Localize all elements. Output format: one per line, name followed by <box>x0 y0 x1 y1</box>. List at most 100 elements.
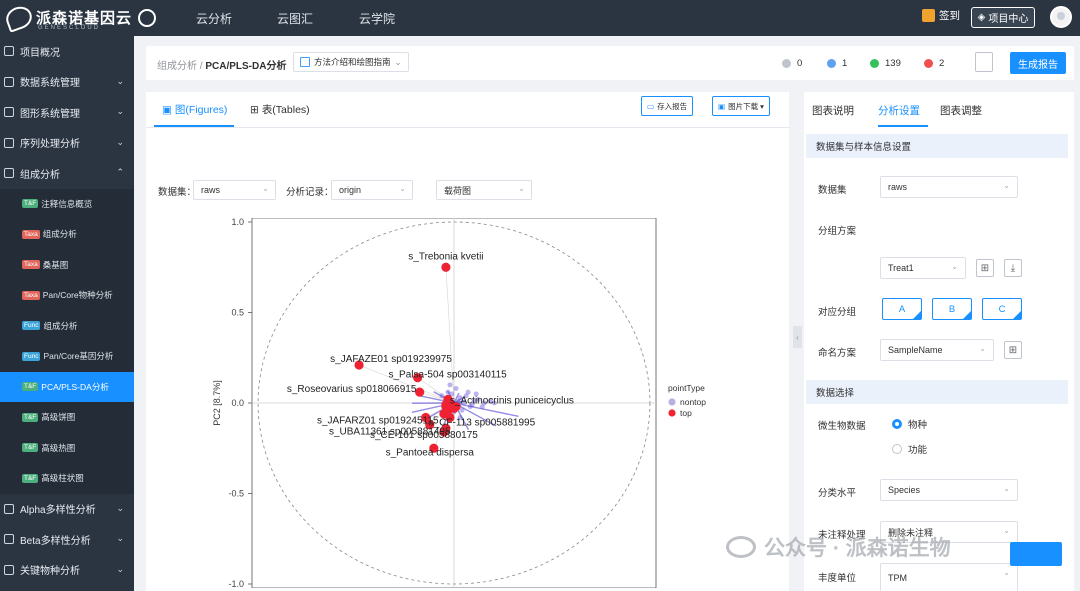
tab-figures[interactable]: ▣ 图(Figures) <box>162 102 227 117</box>
image-icon: ▣ <box>718 101 726 111</box>
nav-cloud-gallery[interactable]: 云图汇 <box>277 10 313 27</box>
divider <box>146 127 789 128</box>
sidebar-item-alpha-diversity[interactable]: Alpha多样性分析 ⌄ <box>0 494 134 525</box>
group-scheme-select[interactable]: Treat1 ⌄ <box>880 257 966 279</box>
tab-figures-label: 图(Figures) <box>174 104 228 116</box>
chevron-down-icon: ⌄ <box>1003 568 1010 577</box>
group-a-chip[interactable]: A <box>882 298 922 320</box>
sign-in-button[interactable]: 签到 <box>922 8 960 23</box>
project-center-button[interactable]: ◈ 项目中心 <box>971 7 1035 28</box>
sidebar-item-composition[interactable]: 组成分析 ⌃ <box>0 158 134 189</box>
sidebar-item-data-management[interactable]: 数据系统管理 ⌄ <box>0 67 134 98</box>
y-tick-label: 1.0 <box>231 218 244 227</box>
taxonomy-level-select[interactable]: Species ⌄ <box>880 479 1018 501</box>
group-scheme-value: Treat1 <box>888 263 914 273</box>
dataset-select[interactable]: raws ⌄ <box>193 180 276 200</box>
breadcrumb-parent[interactable]: 组成分析 <box>157 61 197 72</box>
nav-cloud-academy[interactable]: 云学院 <box>359 10 395 27</box>
chevron-down-icon: ⌄ <box>116 106 124 116</box>
point-label: s_Trebonia kvetii <box>408 251 483 262</box>
collapse-handle[interactable]: ‹ <box>793 326 802 348</box>
legend-label: nontop <box>680 397 706 407</box>
y-tick-label: 0.5 <box>231 308 244 318</box>
chart-icon: ▣ <box>162 103 172 116</box>
image-icon-button[interactable] <box>975 52 993 72</box>
chevron-down-icon: ⌄ <box>116 502 124 513</box>
dataset-value: raws <box>888 182 908 192</box>
sidebar-subitem[interactable]: T&F 高级热图 <box>0 432 134 463</box>
chevron-down-icon: ⌄ <box>116 533 124 543</box>
status-count: 1 <box>842 58 848 69</box>
sidebar-subitem[interactable]: T&F 高级柱状图 <box>0 463 134 494</box>
sidebar-subitem[interactable]: Taxa 桑基图 <box>0 249 134 280</box>
taxonomy-level-label: 分类水平 <box>818 488 857 499</box>
abundance-unit-value: TPM <box>888 572 907 583</box>
brand-logo[interactable]: 派森诺基因云 GENESCLOUD <box>3 3 157 33</box>
abundance-unit-select[interactable]: TPM ⌄ <box>880 563 1018 591</box>
tab-chart-description[interactable]: 图表说明 <box>812 103 854 118</box>
y-tick-label: -1.0 <box>228 579 244 588</box>
chevron-down-icon: ⌄ <box>116 563 124 574</box>
status-running: 1 <box>827 58 847 69</box>
sidebar-subitem[interactable]: Func 组成分析 <box>0 310 134 341</box>
record-select[interactable]: origin ⌄ <box>331 180 413 200</box>
point-label: s_Actinocrinis puniceicyclus <box>450 395 574 406</box>
save-report-button[interactable]: ▭ 存入报告 <box>641 96 694 116</box>
radio-unchecked-icon <box>892 444 902 454</box>
settings-panel: 图表说明 分析设置 图表调整 数据集与样本信息设置 数据集 raws ⌄ 分组方案… <box>804 92 1074 591</box>
sidebar-subitem[interactable]: T&F 高级饼图 <box>0 402 134 433</box>
status-success: 139 <box>870 58 901 69</box>
download-image-button[interactable]: ▣ 图片下载 ▾ <box>712 96 770 116</box>
module-tag-badge: Func <box>22 351 41 361</box>
sidebar-subitem-label: Pan/Core基因分析 <box>43 351 114 362</box>
nontop-point <box>465 389 471 395</box>
confirm-button[interactable] <box>1010 542 1062 566</box>
status-count: 0 <box>797 58 803 69</box>
group-c-chip[interactable]: C <box>982 298 1022 320</box>
sidebar-subitem-label: 组成分析 <box>42 229 77 240</box>
nav-cloud-analysis[interactable]: 云分析 <box>196 10 232 27</box>
method-guide-dropdown[interactable]: 方法介绍和绘图指南 ⌄ <box>293 52 409 72</box>
radio-species[interactable]: 物种 <box>892 417 927 431</box>
logo-mark-icon <box>3 3 35 33</box>
radio-label: 物种 <box>908 420 928 431</box>
sidebar-subitem-label: Pan/Core物种分析 <box>42 290 113 301</box>
chevron-down-icon: ⌄ <box>518 184 525 193</box>
module-tag-badge: Taxa <box>22 260 40 270</box>
add-naming-button[interactable]: ⊞ <box>1004 341 1022 359</box>
sidebar-subitem[interactable]: Taxa Pan/Core物种分析 <box>0 280 134 311</box>
download-label: 图片下载 <box>728 101 759 111</box>
point-label: s_Roseovarius sp018066915 <box>287 384 417 395</box>
module-tag-badge: Taxa <box>22 290 40 300</box>
sidebar-subitem-label: 高级热图 <box>41 442 76 453</box>
naming-scheme-select[interactable]: SampleName ⌄ <box>880 339 994 361</box>
sidebar-subitem[interactable]: Func Pan/Core基因分析 <box>0 341 134 372</box>
chevron-up-icon: ⌃ <box>116 167 124 177</box>
add-group-button[interactable]: ⊞ <box>976 259 994 277</box>
chart-type-select[interactable]: 载荷图 ⌄ <box>436 180 532 200</box>
sidebar-item-project-overview[interactable]: 项目概况 <box>0 36 134 67</box>
tab-chart-adjust[interactable]: 图表调整 <box>940 103 982 118</box>
tab-analysis-settings[interactable]: 分析设置 <box>878 103 920 118</box>
sidebar-item-sequence-processing[interactable]: 序列处理分析 ⌄ <box>0 128 134 159</box>
group-b-chip[interactable]: B <box>932 298 972 320</box>
status-dot-icon <box>827 59 836 68</box>
save-report-label: 存入报告 <box>657 101 688 111</box>
sidebar-subitem[interactable]: Taxa 组成分析 <box>0 219 134 250</box>
generate-report-button[interactable]: 生成报告 <box>1010 52 1066 74</box>
download-icon[interactable]: ⤓ <box>1004 259 1022 277</box>
sidebar-subitem[interactable]: T&F PCA/PLS-DA分析 <box>0 371 134 402</box>
grid-icon <box>4 46 14 57</box>
sidebar-item-beta-diversity[interactable]: Beta多样性分析 ⌄ <box>0 524 134 555</box>
nontop-point <box>453 386 459 392</box>
sidebar-item-graphics-management[interactable]: 图形系统管理 ⌄ <box>0 97 134 128</box>
right-dataset-select[interactable]: raws ⌄ <box>880 176 1018 198</box>
status-pending: 0 <box>782 58 802 69</box>
tab-tables[interactable]: ⊞ 表(Tables) <box>250 102 310 117</box>
status-dot-icon <box>782 59 791 68</box>
radio-function[interactable]: 功能 <box>892 442 927 456</box>
user-avatar[interactable] <box>1050 6 1072 28</box>
chevron-down-icon: ⌄ <box>116 136 124 147</box>
sidebar-subitem[interactable]: T&F 注释信息概览 <box>0 188 134 219</box>
sidebar-item-key-species[interactable]: 关键物种分析 ⌄ <box>0 555 134 586</box>
